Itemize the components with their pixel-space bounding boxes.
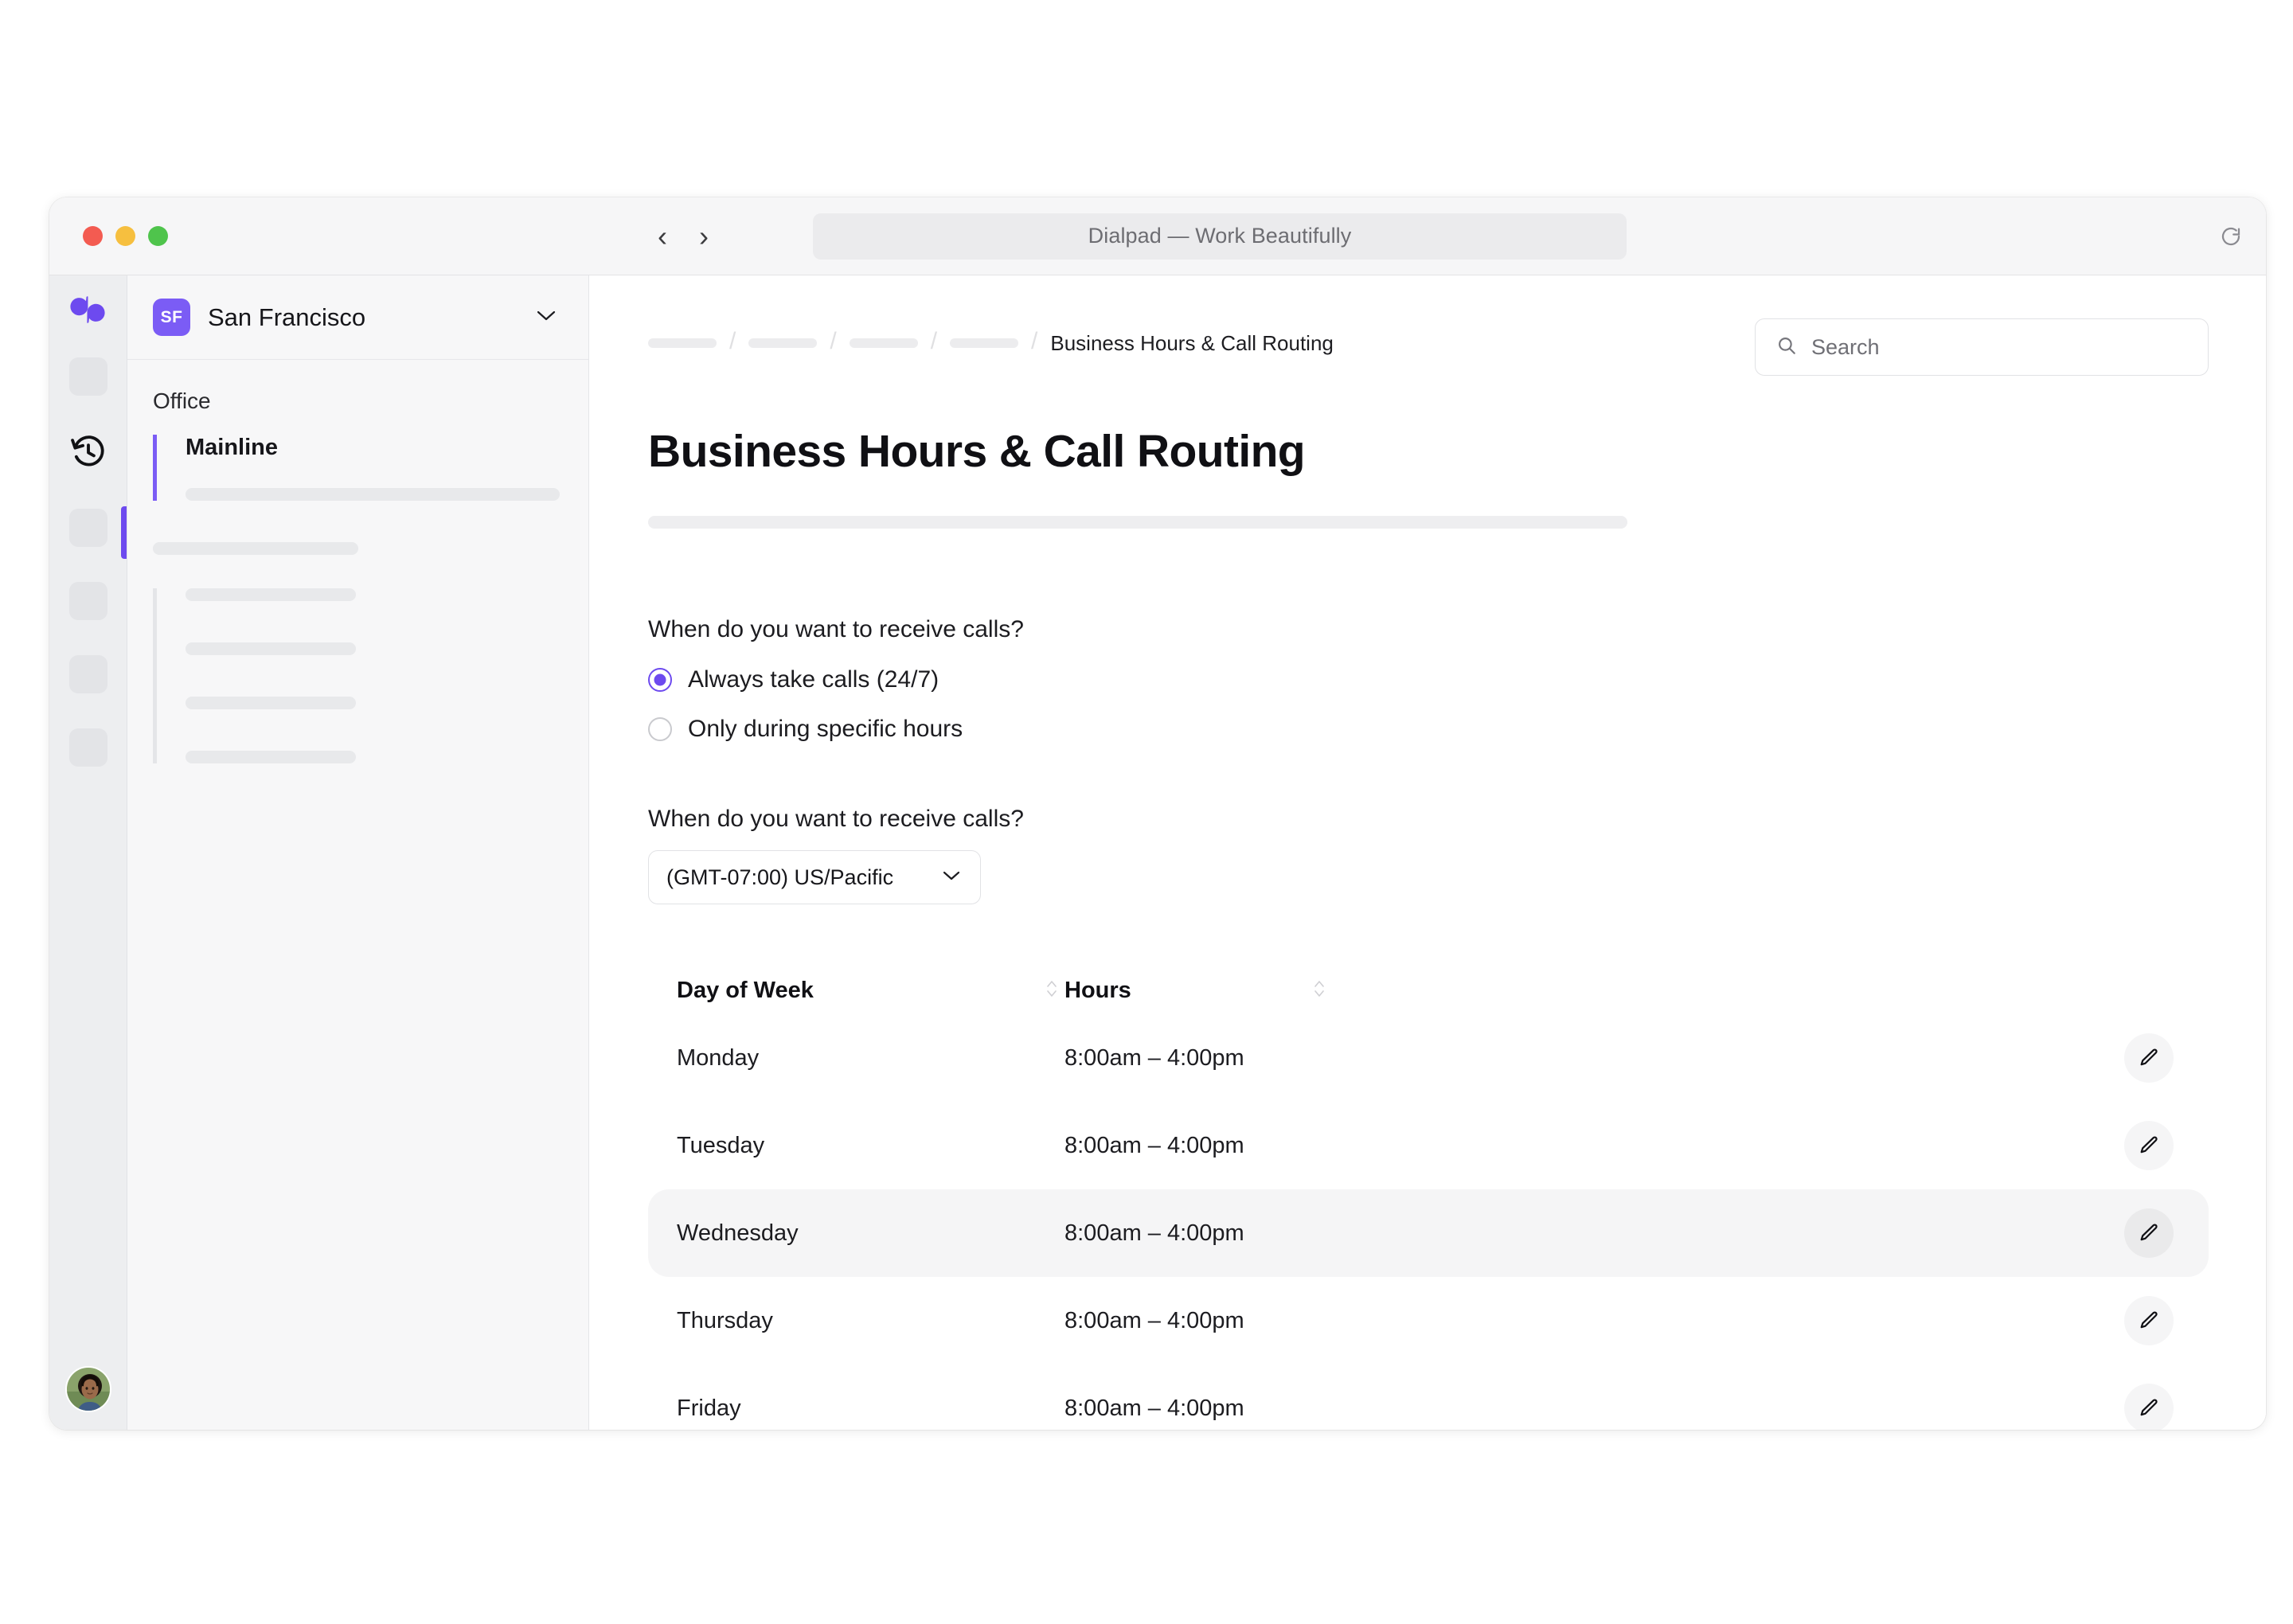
sidebar-placeholder-row [186,751,356,763]
row-day-label: Wednesday [677,1220,799,1246]
rail-placeholder-item[interactable] [69,728,107,767]
row-day-label: Tuesday [677,1133,764,1158]
timezone-field: When do you want to receive calls? (GMT-… [648,806,2209,904]
row-day-label: Monday [677,1045,759,1071]
breadcrumb: / / / / Business Hours & Call Routing [648,318,1334,357]
table-row[interactable]: Wednesday 8:00am – 4:00pm [648,1189,2209,1277]
chevron-down-icon[interactable] [536,309,557,326]
user-avatar[interactable] [65,1366,111,1412]
breadcrumb-separator: / [830,328,836,355]
table-row[interactable]: Tuesday 8:00am – 4:00pm [648,1102,2209,1189]
breadcrumb-current: Business Hours & Call Routing [1050,331,1334,356]
sidebar-group-placeholder [153,588,560,763]
rail-placeholder-item[interactable] [69,357,107,396]
page-title: Business Hours & Call Routing [648,425,2209,478]
search-icon [1776,335,1797,360]
table-row[interactable]: Friday 8:00am – 4:00pm [648,1364,2209,1430]
row-hours-label: 8:00am – 4:00pm [1064,1220,1244,1246]
row-day-label: Friday [677,1396,741,1421]
sidebar-placeholder-row [153,542,358,555]
close-window-button[interactable] [83,226,103,246]
row-hours-label: 8:00am – 4:00pm [1064,1396,1244,1421]
window-traffic-lights [83,226,168,246]
search-box[interactable] [1755,318,2209,376]
breadcrumb-placeholder[interactable] [748,338,817,348]
column-header-hours-label: Hours [1064,978,1131,1004]
app-body: SF San Francisco Office Mainline [49,275,2266,1430]
page-tab-title: Dialpad — Work Beautifully [1088,224,1352,248]
table-row[interactable]: Thursday 8:00am – 4:00pm [648,1277,2209,1364]
org-initials-badge: SF [153,299,190,336]
business-hours-table: Day of Week Hours [648,966,2209,1430]
row-hours-label: 8:00am – 4:00pm [1064,1308,1244,1333]
back-icon[interactable]: ‹ [658,222,667,251]
org-name-label: San Francisco [208,303,518,332]
browser-navigation: ‹ › [658,222,709,251]
pencil-edit-icon[interactable] [2124,1208,2174,1258]
browser-titlebar: ‹ › Dialpad — Work Beautifully [49,197,2266,275]
reload-icon[interactable] [2213,219,2248,254]
call-schedule-field: When do you want to receive calls? Alway… [648,616,2209,750]
nav-sidebar: SF San Francisco Office Mainline [127,275,589,1430]
breadcrumb-separator: / [729,328,736,355]
sidebar-placeholder-row [186,488,560,501]
sidebar-placeholder-row [186,697,356,709]
sidebar-placeholder-row [186,588,356,601]
breadcrumb-separator: / [931,328,937,355]
pencil-edit-icon[interactable] [2124,1384,2174,1430]
org-switcher[interactable]: SF San Francisco [127,275,588,360]
address-bar[interactable]: Dialpad — Work Beautifully [813,213,1627,260]
title-placeholder-bar [648,516,1627,529]
sidebar-section-office: Office [153,388,560,414]
dialpad-logo-icon[interactable] [70,296,107,327]
table-header-row: Day of Week Hours [648,966,2209,1014]
sidebar-group-active: Mainline [153,435,560,501]
icon-rail [49,275,127,1430]
sort-chevrons-icon[interactable] [1045,978,1058,1003]
radio-option-specific-hours[interactable]: Only during specific hours [648,709,2209,750]
sidebar-tree: Office Mainline [127,360,588,805]
column-header-hours[interactable]: Hours [1064,978,2113,1004]
forward-icon[interactable]: › [699,222,709,251]
rail-placeholder-item[interactable] [69,509,107,547]
radio-specific-hours-label: Only during specific hours [688,716,963,743]
chevron-down-icon [942,869,961,885]
column-header-day-of-week-label: Day of Week [677,978,814,1004]
row-hours-label: 8:00am – 4:00pm [1064,1045,1244,1071]
pencil-edit-icon[interactable] [2124,1121,2174,1170]
row-hours-label: 8:00am – 4:00pm [1064,1133,1244,1158]
sidebar-item-mainline[interactable]: Mainline [186,435,560,461]
breadcrumb-placeholder[interactable] [648,338,717,348]
timezone-label: When do you want to receive calls? [648,806,2209,833]
radio-option-always[interactable]: Always take calls (24/7) [648,659,2209,701]
call-schedule-label: When do you want to receive calls? [648,616,2209,643]
radio-always-icon[interactable] [648,668,672,692]
table-row[interactable]: Monday 8:00am – 4:00pm [648,1014,2209,1102]
sort-chevrons-icon[interactable] [1313,978,1326,1003]
rail-placeholder-item[interactable] [69,655,107,693]
sidebar-placeholder-row [186,642,356,655]
radio-specific-hours-icon[interactable] [648,717,672,741]
minimize-window-button[interactable] [115,226,135,246]
content-header: / / / / Business Hours & Call Routing [648,318,2209,376]
row-day-label: Thursday [677,1308,773,1333]
search-input[interactable] [1811,335,2187,360]
rail-active-indicator [121,506,127,559]
history-clock-icon[interactable] [67,431,110,474]
breadcrumb-separator: / [1031,328,1037,355]
pencil-edit-icon[interactable] [2124,1033,2174,1083]
breadcrumb-placeholder[interactable] [850,338,918,348]
timezone-select[interactable]: (GMT-07:00) US/Pacific [648,850,981,904]
breadcrumb-placeholder[interactable] [950,338,1018,348]
timezone-selected-value: (GMT-07:00) US/Pacific [666,865,893,890]
main-content: / / / / Business Hours & Call Routing [589,275,2266,1430]
radio-always-label: Always take calls (24/7) [688,666,939,693]
maximize-window-button[interactable] [148,226,168,246]
pencil-edit-icon[interactable] [2124,1296,2174,1345]
browser-window: ‹ › Dialpad — Work Beautifully [49,197,2266,1430]
rail-placeholder-item[interactable] [69,582,107,620]
column-header-day-of-week[interactable]: Day of Week [677,978,1064,1004]
